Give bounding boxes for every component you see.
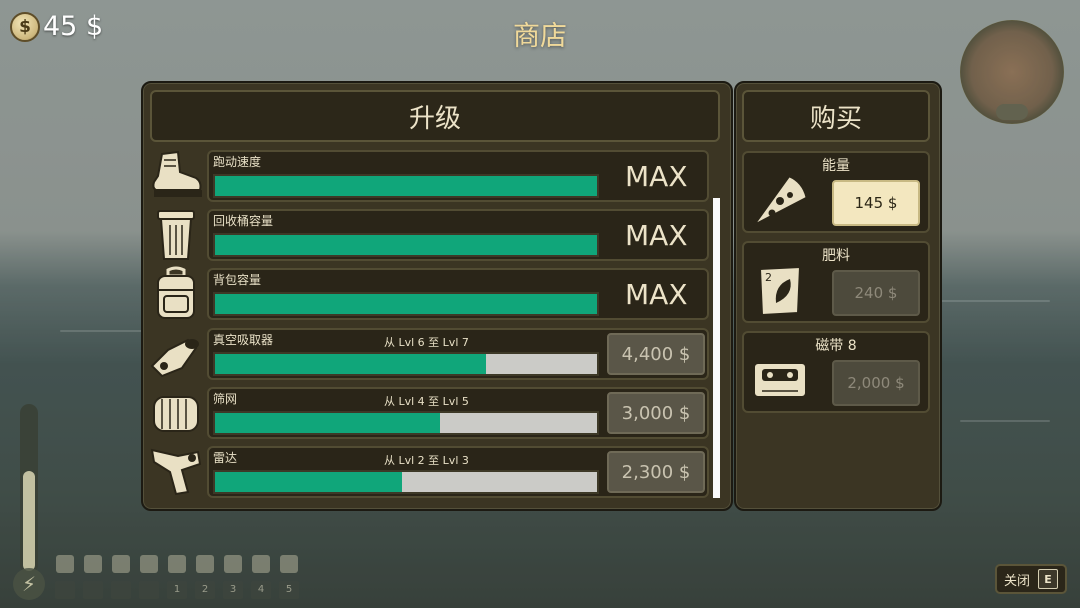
slot-key [111,581,131,599]
upgrade-scrollbar[interactable] [713,198,720,498]
buy-header: 购买 [742,90,930,142]
level-range: 从 Lvl 6 至 Lvl 7 [384,336,469,349]
progress-fill [215,294,597,314]
buy-item-cassette: 磁带 8 2,000 $ [742,331,930,413]
hotbar-slot[interactable]: 2 [194,553,216,599]
tool-icon [224,555,242,573]
hotbar-slot[interactable]: 5 [278,553,300,599]
upgrade-label: 雷达 [213,451,238,465]
hotbar-slot[interactable] [54,553,76,599]
compass-minimap [960,20,1064,124]
tool-icon [84,555,102,573]
stamina-fill [23,471,35,571]
progress-bar [213,292,599,316]
buy-price-button[interactable]: 145 $ [832,180,920,226]
lightning-icon: ⚡ [13,568,45,600]
close-button[interactable]: 关闭 E [995,564,1067,594]
tool-icon [280,555,298,573]
slot-key [83,581,103,599]
upgrade-row: 筛网 从 Lvl 4 至 Lvl 5 3,000 $ [207,387,709,439]
fertilizer-bag-icon [758,265,802,317]
upgrade-price-button[interactable]: 2,300 $ [607,451,705,493]
upgrade-header: 升级 [150,90,720,142]
buy-item-energy: 能量 145 $ [742,151,930,233]
upgrade-price-button[interactable]: 4,400 $ [607,333,705,375]
slot-key: 2 [195,581,215,599]
buy-price-button[interactable]: 240 $ [832,270,920,316]
progress-bar [213,470,599,494]
buy-price-button[interactable]: 2,000 $ [832,360,920,406]
cassette-tape-icon [753,362,807,398]
upgrade-label: 真空吸取器 [213,333,274,347]
progress-fill [215,176,597,196]
tool-icon [196,555,214,573]
upgrade-label: 回收桶容量 [213,214,274,228]
upgrade-label: 跑动速度 [213,155,262,169]
progress-fill [215,413,441,433]
progress-bar [213,233,599,257]
progress-fill [215,235,597,255]
upgrade-row: 雷达 从 Lvl 2 至 Lvl 3 2,300 $ [207,446,709,498]
level-range: 从 Lvl 2 至 Lvl 3 [384,454,469,467]
progress-bar [213,411,599,435]
hotbar: 1 2 3 4 5 [54,553,300,599]
progress-bar [213,352,599,376]
keyboard-e-icon: E [1038,569,1058,589]
progress-bar [213,174,599,198]
hotbar-slot[interactable] [82,553,104,599]
buy-title: 购买 [809,103,862,134]
slot-key: 3 [223,581,243,599]
tool-icon [252,555,270,573]
tool-icon [56,555,74,573]
upgrade-label: 筛网 [213,392,238,406]
max-label: MAX [625,278,688,311]
hotbar-slot[interactable]: 4 [250,553,272,599]
radar-gun-icon [150,448,202,496]
tool-icon [140,555,158,573]
upgrade-row: 跑动速度 MAX [207,150,709,202]
close-label: 关闭 [1003,573,1030,589]
upgrade-row: 真空吸取器 从 Lvl 6 至 Lvl 7 4,400 $ [207,328,709,380]
wave-line [940,300,1050,302]
hotbar-slot[interactable] [138,553,160,599]
slot-key: 1 [167,581,187,599]
slot-key: 5 [279,581,299,599]
buy-item-fertilizer: 肥料 2 240 $ [742,241,930,323]
slot-key: 4 [251,581,271,599]
slot-key [139,581,159,599]
vacuum-icon [150,338,199,378]
progress-fill [215,472,403,492]
stamina-bar [20,404,38,574]
boot-icon [152,150,202,197]
max-label: MAX [625,219,688,252]
trash-bin-icon [157,210,195,260]
wave-line [960,420,1050,422]
sieve-roller-icon [153,396,199,432]
item-count-badge: 2 [765,271,772,284]
progress-fill [215,354,487,374]
slot-key [55,581,75,599]
max-label: MAX [625,160,688,193]
upgrade-label: 背包容量 [213,273,262,287]
hotbar-slot[interactable]: 1 [166,553,188,599]
upgrade-price-button[interactable]: 3,000 $ [607,392,705,434]
tool-icon [168,555,186,573]
hotbar-slot[interactable] [110,553,132,599]
hotbar-slot[interactable]: 3 [222,553,244,599]
shop-title: 商店 [513,21,567,52]
upgrade-title: 升级 [408,103,461,134]
upgrade-row: 背包容量 MAX [207,268,709,320]
tool-icon [112,555,130,573]
upgrade-row: 回收桶容量 MAX [207,209,709,261]
backpack-icon [157,266,195,319]
compass-badge [996,104,1028,120]
pizza-slice-icon [753,172,810,226]
level-range: 从 Lvl 4 至 Lvl 5 [384,395,469,408]
